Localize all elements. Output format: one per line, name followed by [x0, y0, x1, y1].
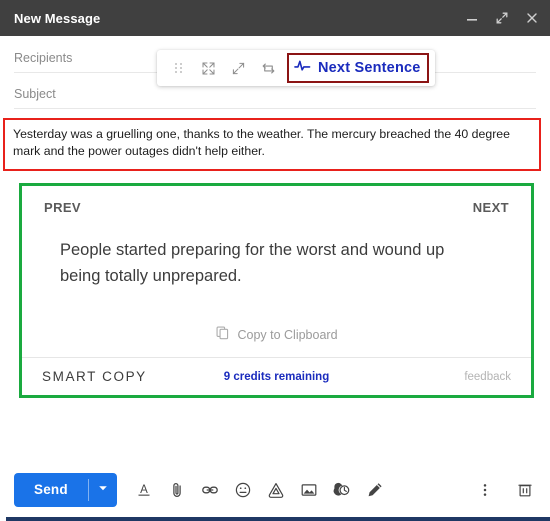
message-body-highlight: Yesterday was a gruelling one, thanks to… [3, 118, 541, 171]
next-button[interactable]: NEXT [473, 200, 509, 215]
extension-toolbar: Next Sentence [157, 50, 435, 86]
suggestion-card-highlight: PREV NEXT People started preparing for t… [19, 183, 534, 398]
insert-link-icon[interactable] [199, 479, 221, 501]
more-options-icon[interactable] [474, 479, 496, 501]
suggestion-card-footer: SMART COPY 9 credits remaining feedback [22, 357, 531, 395]
page-bottom-edge [0, 517, 550, 521]
insert-signature-icon[interactable] [364, 479, 386, 501]
send-button-group: Send [14, 472, 117, 507]
copy-icon [215, 325, 230, 345]
suggestion-nav: PREV NEXT [44, 200, 509, 215]
svg-text:A: A [140, 484, 148, 496]
compose-bottom-toolbar: Send A [0, 462, 550, 517]
compose-right-tools [474, 479, 536, 501]
compose-tools: A [133, 479, 386, 501]
collapse-icon[interactable] [226, 56, 250, 80]
copy-to-clipboard-label: Copy to Clipboard [237, 328, 338, 342]
copy-to-clipboard-button[interactable]: Copy to Clipboard [22, 325, 531, 345]
attach-file-icon[interactable] [166, 479, 188, 501]
swap-icon[interactable] [256, 56, 280, 80]
suggestion-text: People started preparing for the worst a… [60, 241, 445, 285]
send-options-button[interactable] [89, 473, 117, 507]
feedback-link[interactable]: feedback [464, 371, 511, 383]
subject-label: Subject [14, 86, 56, 101]
compose-window: New Message Recipients Subject Next Sent… [0, 0, 550, 521]
trash-icon[interactable] [514, 479, 536, 501]
drag-handle-icon[interactable] [166, 56, 190, 80]
page-bottom-edge-notch [0, 513, 6, 521]
confidential-mode-icon[interactable] [331, 479, 353, 501]
insert-drive-icon[interactable] [265, 479, 287, 501]
minimize-icon[interactable] [464, 10, 480, 26]
close-icon[interactable] [524, 10, 540, 26]
window-title: New Message [14, 10, 101, 26]
send-button[interactable]: Send [14, 473, 88, 507]
next-sentence-button[interactable]: Next Sentence [287, 53, 429, 83]
window-controls [464, 0, 540, 36]
chevron-down-icon [97, 481, 109, 499]
format-text-icon[interactable]: A [133, 479, 155, 501]
recipients-label: Recipients [14, 50, 73, 65]
pulse-icon [293, 57, 312, 79]
prev-button[interactable]: PREV [44, 200, 81, 215]
window-titlebar: New Message [0, 0, 550, 36]
suggestion-card-body: PREV NEXT People started preparing for t… [22, 186, 531, 357]
send-button-label: Send [34, 482, 68, 497]
expand-icon[interactable] [196, 56, 220, 80]
credits-remaining-label[interactable]: 9 credits remaining [22, 371, 531, 383]
fullscreen-icon[interactable] [494, 10, 510, 26]
message-body-text[interactable]: Yesterday was a gruelling one, thanks to… [13, 126, 531, 160]
insert-photo-icon[interactable] [298, 479, 320, 501]
suggestion-card: PREV NEXT People started preparing for t… [22, 186, 531, 395]
insert-emoji-icon[interactable] [232, 479, 254, 501]
next-sentence-label: Next Sentence [318, 60, 421, 76]
